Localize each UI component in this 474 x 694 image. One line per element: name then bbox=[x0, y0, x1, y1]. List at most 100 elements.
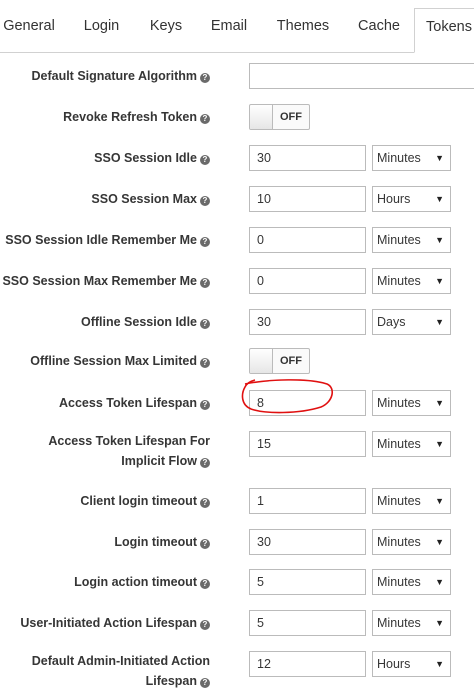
revoke-refresh-token-toggle[interactable]: OFF bbox=[249, 104, 310, 130]
help-icon[interactable]: ? bbox=[200, 73, 210, 83]
tab-login[interactable]: Login bbox=[79, 8, 124, 46]
sso-session-max-remember-me-label-text: SSO Session Max Remember Me bbox=[2, 274, 197, 288]
sso-session-max-unit-select[interactable]: Hours ▼ bbox=[372, 186, 451, 212]
caret-down-icon: ▼ bbox=[435, 537, 444, 547]
tab-email[interactable]: Email bbox=[206, 8, 252, 46]
login-timeout-label-text: Login timeout bbox=[114, 535, 197, 549]
unit-value: Days bbox=[377, 315, 406, 329]
caret-down-icon: ▼ bbox=[435, 577, 444, 587]
default-admin-initiated-action-lifespan-unit-select[interactable]: Hours ▼ bbox=[372, 651, 451, 677]
offline-session-max-limited-label-text: Offline Session Max Limited bbox=[30, 354, 197, 368]
offline-session-idle-label-text: Offline Session Idle bbox=[81, 315, 197, 329]
revoke-refresh-token-label-text: Revoke Refresh Token bbox=[63, 110, 197, 124]
unit-value: Minutes bbox=[377, 575, 421, 589]
sso-session-max-label-text: SSO Session Max bbox=[91, 192, 197, 206]
help-icon[interactable]: ? bbox=[200, 620, 210, 630]
sso-session-idle-unit-select[interactable]: Minutes ▼ bbox=[372, 145, 451, 171]
caret-down-icon: ▼ bbox=[435, 496, 444, 506]
sso-session-idle-remember-me-label: SSO Session Idle Remember Me? bbox=[5, 230, 210, 250]
sso-session-max-label: SSO Session Max? bbox=[91, 189, 210, 209]
access-token-lifespan-label-text: Access Token Lifespan bbox=[58, 396, 197, 410]
help-icon[interactable]: ? bbox=[200, 319, 210, 329]
unit-value: Minutes bbox=[377, 437, 421, 451]
default-signature-algorithm-label-text: Default Signature Algorithm bbox=[31, 69, 197, 83]
unit-value: Minutes bbox=[377, 151, 421, 165]
login-action-timeout-input[interactable]: 5 bbox=[249, 569, 366, 595]
sso-session-idle-remember-me-unit-select[interactable]: Minutes ▼ bbox=[372, 227, 451, 253]
unit-value: Hours bbox=[377, 657, 411, 671]
login-timeout-label: Login timeout? bbox=[114, 532, 210, 552]
sso-session-idle-remember-me-input[interactable]: 0 bbox=[249, 227, 366, 253]
unit-value: Minutes bbox=[377, 616, 421, 630]
user-initiated-action-lifespan-label: User-Initiated Action Lifespan? bbox=[20, 613, 210, 633]
help-icon[interactable]: ? bbox=[200, 400, 210, 410]
help-icon[interactable]: ? bbox=[200, 458, 210, 468]
login-action-timeout-label-text: Login action timeout bbox=[74, 575, 197, 589]
offline-session-max-limited-toggle[interactable]: OFF bbox=[249, 348, 310, 374]
default-signature-algorithm-select[interactable] bbox=[249, 63, 474, 89]
default-admin-initiated-action-lifespan-label: Default Admin-Initiated Action Lifespan? bbox=[5, 651, 210, 691]
default-admin-initiated-action-lifespan-input[interactable]: 12 bbox=[249, 651, 366, 677]
help-icon[interactable]: ? bbox=[200, 579, 210, 589]
sso-session-idle-label: SSO Session Idle? bbox=[94, 148, 210, 168]
access-token-lifespan-implicit-unit-select[interactable]: Minutes ▼ bbox=[372, 431, 451, 457]
client-login-timeout-label-text: Client login timeout bbox=[80, 494, 197, 508]
help-icon[interactable]: ? bbox=[200, 114, 210, 124]
sso-session-idle-input[interactable]: 30 bbox=[249, 145, 366, 171]
caret-down-icon: ▼ bbox=[435, 153, 444, 163]
tab-themes[interactable]: Themes bbox=[272, 8, 334, 46]
toggle-state-text: OFF bbox=[280, 355, 302, 367]
help-icon[interactable]: ? bbox=[200, 678, 210, 688]
sso-session-max-remember-me-unit-select[interactable]: Minutes ▼ bbox=[372, 268, 451, 294]
offline-session-idle-unit-select[interactable]: Days ▼ bbox=[372, 309, 451, 335]
sso-session-idle-remember-me-label-text: SSO Session Idle Remember Me bbox=[5, 233, 197, 247]
user-initiated-action-lifespan-label-text: User-Initiated Action Lifespan bbox=[20, 616, 197, 630]
unit-value: Hours bbox=[377, 192, 411, 206]
unit-value: Minutes bbox=[377, 396, 421, 410]
tab-cache[interactable]: Cache bbox=[354, 8, 404, 46]
access-token-lifespan-implicit-label: Access Token Lifespan For Implicit Flow? bbox=[5, 431, 210, 471]
login-timeout-unit-select[interactable]: Minutes ▼ bbox=[372, 529, 451, 555]
default-admin-initiated-action-lifespan-label-text: Default Admin-Initiated Action Lifespan bbox=[31, 654, 210, 688]
access-token-lifespan-implicit-input[interactable]: 15 bbox=[249, 431, 366, 457]
help-icon[interactable]: ? bbox=[200, 278, 210, 288]
access-token-lifespan-input[interactable]: 8 bbox=[249, 390, 366, 416]
tab-tokens[interactable]: Tokens bbox=[414, 8, 474, 53]
user-initiated-action-lifespan-input[interactable]: 5 bbox=[249, 610, 366, 636]
login-action-timeout-unit-select[interactable]: Minutes ▼ bbox=[372, 569, 451, 595]
help-icon[interactable]: ? bbox=[200, 237, 210, 247]
caret-down-icon: ▼ bbox=[435, 659, 444, 669]
unit-value: Minutes bbox=[377, 494, 421, 508]
help-icon[interactable]: ? bbox=[200, 196, 210, 206]
client-login-timeout-input[interactable]: 1 bbox=[249, 488, 366, 514]
help-icon[interactable]: ? bbox=[200, 498, 210, 508]
unit-value: Minutes bbox=[377, 535, 421, 549]
tab-general[interactable]: General bbox=[0, 8, 58, 46]
help-icon[interactable]: ? bbox=[200, 539, 210, 549]
user-initiated-action-lifespan-unit-select[interactable]: Minutes ▼ bbox=[372, 610, 451, 636]
default-signature-algorithm-label: Default Signature Algorithm? bbox=[31, 66, 210, 86]
toggle-state-text: OFF bbox=[280, 111, 302, 123]
help-icon[interactable]: ? bbox=[200, 358, 210, 368]
help-icon[interactable]: ? bbox=[200, 155, 210, 165]
login-timeout-input[interactable]: 30 bbox=[249, 529, 366, 555]
offline-session-idle-input[interactable]: 30 bbox=[249, 309, 366, 335]
toggle-knob bbox=[250, 105, 273, 129]
caret-down-icon: ▼ bbox=[435, 398, 444, 408]
sso-session-idle-label-text: SSO Session Idle bbox=[94, 151, 197, 165]
client-login-timeout-label: Client login timeout? bbox=[80, 491, 210, 511]
caret-down-icon: ▼ bbox=[435, 276, 444, 286]
sso-session-max-remember-me-input[interactable]: 0 bbox=[249, 268, 366, 294]
settings-tabs: General Login Keys Email Themes Cache To… bbox=[0, 0, 474, 53]
caret-down-icon: ▼ bbox=[435, 618, 444, 628]
client-login-timeout-unit-select[interactable]: Minutes ▼ bbox=[372, 488, 451, 514]
caret-down-icon: ▼ bbox=[435, 439, 444, 449]
unit-value: Minutes bbox=[377, 274, 421, 288]
unit-value: Minutes bbox=[377, 233, 421, 247]
sso-session-max-input[interactable]: 10 bbox=[249, 186, 366, 212]
revoke-refresh-token-label: Revoke Refresh Token? bbox=[63, 107, 210, 127]
caret-down-icon: ▼ bbox=[435, 194, 444, 204]
tab-keys[interactable]: Keys bbox=[145, 8, 187, 46]
access-token-lifespan-unit-select[interactable]: Minutes ▼ bbox=[372, 390, 451, 416]
offline-session-idle-label: Offline Session Idle? bbox=[81, 312, 210, 332]
